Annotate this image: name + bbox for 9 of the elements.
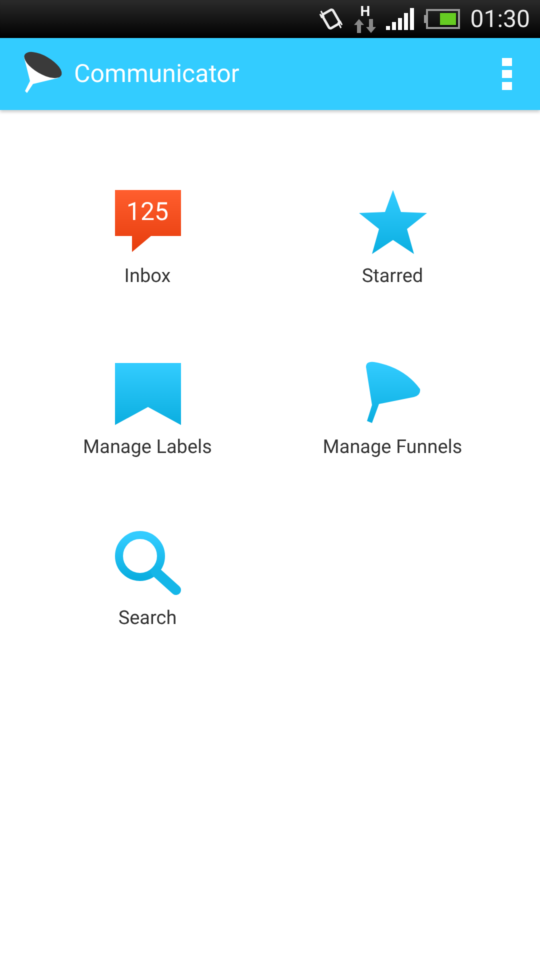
menu-tile[interactable]: Starred (295, 188, 490, 287)
message-count-badge: 125 (114, 190, 180, 254)
app-title: Communicator (74, 60, 240, 88)
menu-tile[interactable]: Search (0, 530, 295, 629)
menu-tile[interactable]: 125 Inbox (0, 188, 295, 287)
menu-tile[interactable]: Manage Labels (0, 359, 295, 458)
menu-tile[interactable]: Manage Funnels (295, 359, 490, 458)
clock-time: 01:30 (470, 5, 530, 33)
network-type: H (360, 5, 370, 19)
